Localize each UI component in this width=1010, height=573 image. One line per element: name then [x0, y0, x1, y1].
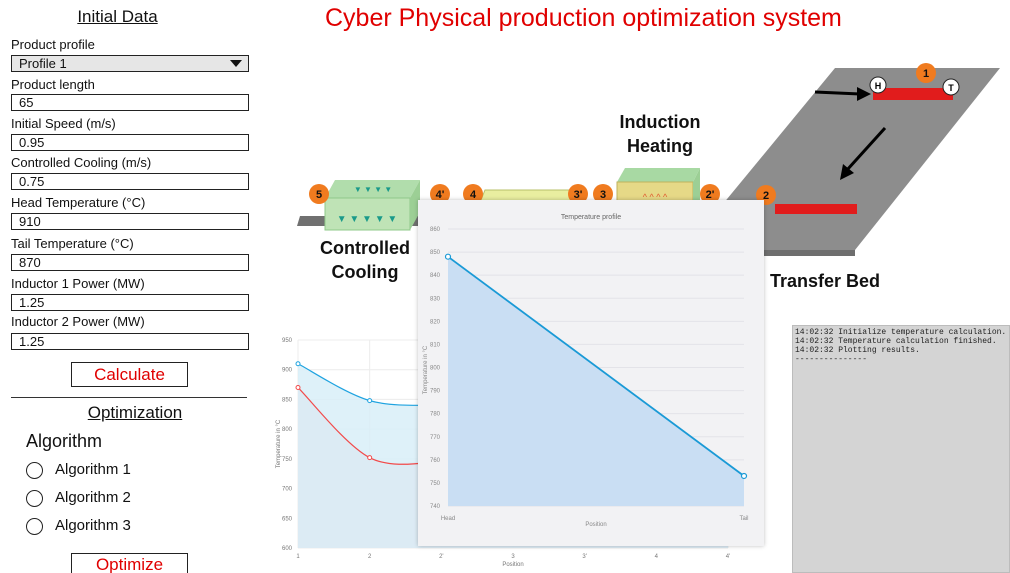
y-axis-label: Temperature in °C — [423, 345, 429, 394]
data-point — [295, 361, 301, 367]
product-length-input[interactable]: 65 — [11, 94, 249, 111]
transfer-bed-label: Transfer Bed — [769, 271, 881, 291]
x-tick-label: 2 — [368, 554, 372, 560]
radio-circle-icon[interactable] — [26, 461, 43, 479]
dropdown-caret-icon[interactable] — [230, 60, 242, 67]
x-tick-label: 2' — [439, 554, 443, 560]
optimize-button[interactable]: Optimize — [71, 553, 188, 573]
initial-data-heading: Initial Data — [77, 7, 158, 26]
inductor-2-power-input[interactable]: 1.25 — [11, 333, 249, 350]
algorithm-1-radio[interactable]: Algorithm 1 — [26, 460, 131, 480]
algorithm-2-radio[interactable]: Algorithm 2 — [26, 488, 131, 508]
product-profile-label: Product profile — [11, 37, 95, 52]
tail-marker-text: T — [948, 83, 954, 93]
induction-box-top — [617, 168, 700, 182]
controlled-cooling-input[interactable]: 0.75 — [11, 173, 249, 190]
y-tick-label: 740 — [430, 504, 441, 510]
log-line: 14:02:32 Initialize temperature calculat… — [795, 328, 1007, 337]
y-tick-label: 780 — [430, 412, 441, 418]
initial-speed-label: Initial Speed (m/s) — [11, 116, 116, 131]
y-tick-label: 800 — [282, 427, 293, 433]
data-point — [740, 472, 748, 480]
marker-5-label: 5 — [316, 189, 322, 201]
log-line: --------------- — [795, 355, 868, 364]
y-tick-label: 850 — [282, 397, 293, 403]
log-line: 14:02:32 Plotting results. — [795, 346, 920, 355]
section-divider — [11, 397, 247, 398]
y-tick-label: 810 — [430, 342, 441, 348]
temperature-profile-svg: Temperature profile 740 750 760 770 780 790 800… — [423, 214, 749, 528]
algorithm-label: Algorithm — [26, 431, 103, 451]
controlled-cooling-label: Controlled Cooling (m/s) — [11, 155, 152, 170]
inductor-1-power-input[interactable]: 1.25 — [11, 294, 249, 311]
y-tick-label: 860 — [430, 227, 441, 233]
algorithm-2-label: Algorithm 2 — [55, 489, 131, 506]
y-tick-label: 850 — [430, 250, 441, 256]
y-tick-label: 900 — [282, 368, 293, 374]
series-area — [448, 256, 744, 506]
feed-arrow — [814, 90, 861, 96]
initial-speed-input[interactable]: 0.95 — [11, 134, 249, 151]
y-axis-label: Temperature in °C — [276, 419, 282, 468]
x-tick-label: Head — [441, 516, 455, 522]
algorithm-1-label: Algorithm 1 — [55, 461, 131, 478]
x-tick-label: Tail — [739, 516, 748, 522]
x-tick-label: 4' — [726, 554, 730, 560]
x-axis-label: Position — [585, 522, 606, 528]
y-tick-label: 800 — [430, 366, 441, 372]
calculate-button[interactable]: Calculate — [71, 362, 188, 387]
head-temperature-input[interactable]: 910 — [11, 213, 249, 230]
page-title: Cyber Physical production optimization s… — [325, 4, 842, 32]
y-tick-label: 760 — [430, 458, 441, 464]
log-panel[interactable]: 14:02:32 Initialize temperature calculat… — [792, 325, 1010, 573]
radio-circle-icon[interactable] — [26, 517, 43, 535]
marker-1-label: 1 — [923, 68, 929, 80]
product-profile-select[interactable]: Profile 1 — [11, 55, 249, 72]
product-profile-value: Profile 1 — [19, 56, 67, 71]
optimization-heading: Optimization — [87, 403, 183, 422]
product-bar-bottom — [775, 204, 857, 214]
induction-heating-label: Induction Heating — [619, 112, 701, 156]
product-length-label: Product length — [11, 77, 95, 92]
x-axis-label: Position — [502, 562, 523, 568]
y-tick-label: 650 — [282, 516, 293, 522]
water-drops-icon: ▼ ▼ ▼ ▼ ▼ — [337, 214, 398, 225]
left-panel: Initial Data Product profile Profile 1 P… — [0, 0, 255, 573]
algorithm-3-label: Algorithm 3 — [55, 517, 131, 534]
chart-title: Temperature profile — [561, 214, 621, 221]
inductor-1-power-label: Inductor 1 Power (MW) — [11, 276, 145, 291]
data-point — [367, 455, 373, 461]
y-tick-label: 950 — [282, 338, 293, 344]
y-tick-label: 600 — [282, 546, 293, 552]
data-point — [367, 398, 373, 404]
y-tick-label: 700 — [282, 487, 293, 493]
x-tick-label: 1 — [296, 554, 300, 560]
log-line: 14:02:32 Temperature calculation finishe… — [795, 337, 997, 346]
inductor-2-power-label: Inductor 2 Power (MW) — [11, 314, 145, 329]
x-tick-label: 4 — [655, 554, 659, 560]
algorithm-3-radio[interactable]: Algorithm 3 — [26, 516, 131, 536]
y-tick-label: 770 — [430, 435, 441, 441]
y-tick-label: 820 — [430, 319, 441, 325]
temperature-profile-chart: Temperature profile 740 750 760 770 780 790 800… — [418, 200, 764, 546]
data-point — [295, 385, 301, 391]
data-point — [444, 253, 452, 260]
water-drops-icon: ▼ ▼ ▼ ▼ — [354, 185, 392, 194]
radio-circle-icon[interactable] — [26, 489, 43, 507]
y-tick-label: 840 — [430, 273, 441, 279]
tail-temperature-input[interactable]: 870 — [11, 254, 249, 271]
head-marker-text: H — [875, 81, 882, 91]
y-tick-label: 750 — [282, 457, 293, 463]
head-temperature-label: Head Temperature (°C) — [11, 195, 146, 210]
tail-temperature-label: Tail Temperature (°C) — [11, 236, 134, 251]
y-tick-label: 750 — [430, 481, 441, 487]
y-tick-label: 830 — [430, 296, 441, 302]
controlled-cooling-label: Controlled Cooling — [320, 238, 410, 282]
x-tick-label: 3' — [582, 554, 586, 560]
y-tick-label: 790 — [430, 389, 441, 395]
x-tick-label: 3 — [511, 554, 515, 560]
